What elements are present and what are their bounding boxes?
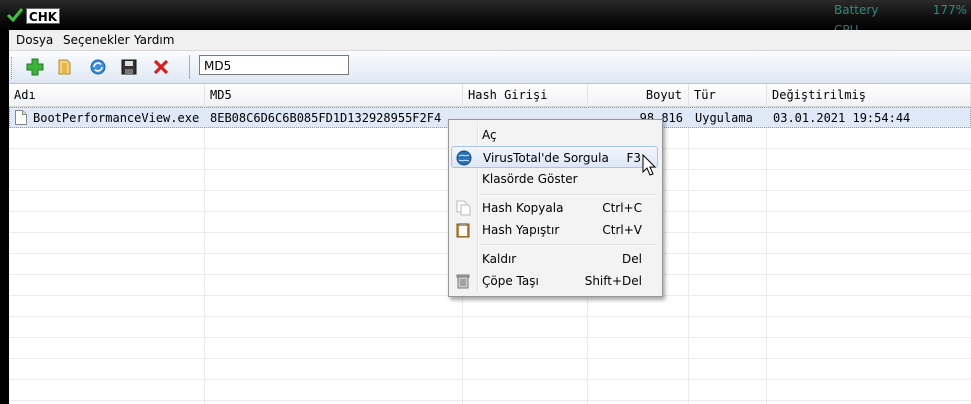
open-button[interactable] bbox=[53, 55, 77, 79]
battery-value: 177% bbox=[932, 3, 967, 17]
grid-line bbox=[9, 358, 971, 359]
column-type[interactable]: Tür bbox=[689, 84, 767, 106]
menu-item-label: Hash Yapıştır bbox=[482, 223, 560, 237]
menu-item-label: Hash Kopyala bbox=[482, 201, 564, 215]
paste-icon bbox=[456, 223, 470, 238]
menu-item-paste-hash[interactable]: Hash Yapıştır Ctrl+V bbox=[451, 219, 658, 241]
save-icon bbox=[121, 59, 137, 75]
menu-options[interactable]: Seçenekler bbox=[63, 33, 130, 47]
grid-line bbox=[9, 337, 971, 338]
menu-item-open[interactable]: Aç bbox=[451, 124, 658, 146]
trash-icon bbox=[456, 274, 470, 289]
open-folder-icon bbox=[58, 59, 71, 75]
menu-bar: Dosya Seçenekler Yardım bbox=[9, 30, 971, 51]
hash-type-value: MD5 bbox=[204, 59, 232, 73]
menu-file[interactable]: Dosya bbox=[16, 33, 53, 47]
column-name[interactable]: Adı bbox=[9, 84, 205, 106]
grid-line bbox=[688, 106, 689, 404]
column-hash-input[interactable]: Hash Girişi bbox=[463, 84, 588, 106]
battery-label: Battery bbox=[834, 3, 879, 17]
window-title: CHK bbox=[26, 8, 60, 24]
toolbar-separator bbox=[189, 55, 190, 79]
column-md5[interactable]: MD5 bbox=[205, 84, 463, 106]
menu-item-label: Kaldır bbox=[482, 252, 517, 266]
remove-icon bbox=[153, 59, 169, 75]
menu-item-show-in-folder[interactable]: Klasörde Göster bbox=[451, 168, 658, 190]
globe-icon bbox=[456, 150, 472, 166]
cell-md5: 8EB08C6D6C6B085FD1D132928955F2F4 bbox=[210, 111, 442, 125]
hash-type-select[interactable]: MD5 bbox=[199, 55, 349, 75]
add-button[interactable] bbox=[23, 55, 47, 79]
menu-separator bbox=[480, 194, 656, 196]
context-menu: Aç VirusTotal'de Sorgula F3 Klasörde Gös… bbox=[448, 119, 663, 297]
menu-help[interactable]: Yardım bbox=[134, 33, 174, 47]
menu-item-copy-hash[interactable]: Hash Kopyala Ctrl+C bbox=[451, 197, 658, 219]
cell-modified: 03.01.2021 19:54:44 bbox=[773, 111, 911, 125]
menu-item-remove[interactable]: Kaldır Del bbox=[451, 248, 658, 270]
menu-separator bbox=[480, 244, 656, 246]
column-header: Adı MD5 Hash Girişi Boyut Tür Değiştiril… bbox=[9, 84, 971, 107]
title-bar: CHK bbox=[0, 0, 971, 30]
copy-icon bbox=[456, 200, 471, 216]
cell-name: BootPerformanceView.exe bbox=[33, 111, 200, 125]
grid-line bbox=[9, 400, 971, 401]
toolbar: MD5 bbox=[9, 51, 971, 84]
menu-item-shortcut: Ctrl+V bbox=[602, 223, 642, 237]
menu-item-shortcut: Del bbox=[622, 252, 642, 266]
menu-item-label: Klasörde Göster bbox=[482, 172, 578, 186]
menu-item-trash[interactable]: Çöpe Taşı Shift+Del bbox=[451, 270, 658, 292]
save-button[interactable] bbox=[117, 55, 141, 79]
menu-item-shortcut: Shift+Del bbox=[584, 274, 642, 288]
cell-type: Uygulama bbox=[695, 111, 753, 125]
grid-line bbox=[9, 316, 971, 317]
file-icon bbox=[15, 110, 27, 125]
menu-item-label: Çöpe Taşı bbox=[482, 274, 539, 288]
mouse-cursor-icon bbox=[642, 154, 657, 176]
grid-line bbox=[766, 106, 767, 404]
remove-button[interactable] bbox=[149, 55, 173, 79]
column-size[interactable]: Boyut bbox=[588, 84, 689, 106]
menu-item-label: VirusTotal'de Sorgula bbox=[483, 151, 609, 165]
grid-line bbox=[204, 106, 205, 404]
grid-line bbox=[9, 379, 971, 380]
toolbar-grip[interactable] bbox=[11, 57, 15, 79]
menu-item-label: Aç bbox=[482, 128, 497, 142]
menu-item-virustotal[interactable]: VirusTotal'de Sorgula F3 bbox=[451, 146, 658, 168]
desktop-gadget: Battery 177% CPU bbox=[834, 1, 971, 31]
menu-item-shortcut: F3 bbox=[626, 151, 641, 165]
checkmark-icon bbox=[6, 8, 24, 23]
refresh-button[interactable] bbox=[86, 55, 110, 79]
add-icon bbox=[26, 58, 44, 76]
column-modified[interactable]: Değiştirilmiş bbox=[767, 84, 971, 106]
menu-item-shortcut: Ctrl+C bbox=[602, 201, 642, 215]
refresh-icon bbox=[90, 59, 106, 75]
